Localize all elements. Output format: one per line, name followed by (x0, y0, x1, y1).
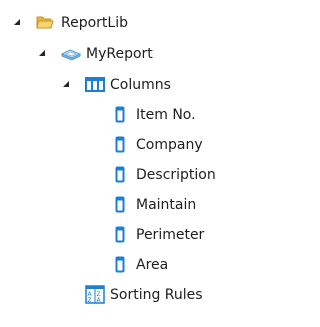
column-field-icon (115, 136, 125, 157)
column-item[interactable]: Maintain (0, 194, 220, 216)
column-item[interactable]: Area (0, 254, 220, 276)
report-tree: ReportLib MyReport Columns Item No. Comp… (0, 0, 279, 327)
column-item[interactable]: Description (0, 164, 220, 186)
sorting-rules-icon: A Z Z A (85, 285, 105, 308)
tree-node-sorting-rules[interactable]: A Z Z A Sorting Rules (0, 284, 220, 306)
column-item-label: Perimeter (136, 227, 205, 243)
column-item-label: Item No. (136, 107, 196, 123)
tree-node-label: MyReport (86, 46, 153, 62)
column-field-icon (115, 166, 125, 187)
column-item-label: Area (136, 257, 169, 273)
expand-arrow-icon[interactable] (63, 81, 69, 87)
column-field-icon (115, 226, 125, 247)
column-item[interactable]: Perimeter (0, 224, 220, 246)
report-icon (60, 46, 82, 66)
column-item-label: Description (136, 167, 216, 183)
tree-node-myreport[interactable]: MyReport (0, 43, 200, 65)
expand-arrow-icon[interactable] (14, 19, 20, 25)
tree-node-label: ReportLib (61, 15, 128, 31)
tree-node-columns[interactable]: Columns (0, 74, 200, 96)
column-item[interactable]: Company (0, 134, 220, 156)
columns-icon (85, 77, 105, 96)
column-field-icon (115, 196, 125, 217)
column-item-label: Maintain (136, 197, 197, 213)
tree-node-reportlib[interactable]: ReportLib (0, 12, 200, 34)
tree-node-label: Sorting Rules (110, 287, 203, 303)
tree-node-label: Columns (110, 77, 171, 93)
expand-arrow-icon[interactable] (39, 50, 45, 56)
column-item-label: Company (136, 137, 203, 153)
column-item[interactable]: Item No. (0, 104, 220, 126)
folder-icon (36, 14, 54, 34)
column-field-icon (115, 256, 125, 277)
svg-text:Z: Z (88, 297, 92, 304)
column-field-icon (115, 106, 125, 127)
